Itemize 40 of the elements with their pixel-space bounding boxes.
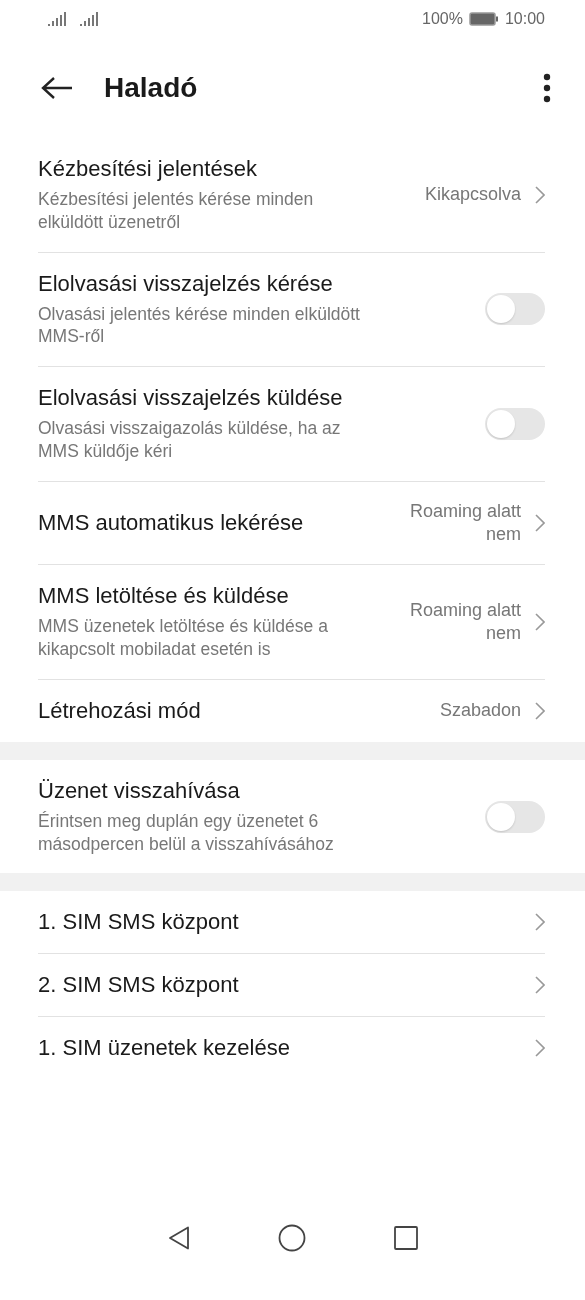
back-icon[interactable] [167,1226,190,1250]
setting-title: 2. SIM SMS központ [38,972,240,999]
setting-title: Elolvasási visszajelzés küldése [38,385,344,411]
setting-title: MMS letöltése és küldése [38,583,290,610]
setting-title: MMS automatikus lekérése [38,509,305,536]
setting-description: Érintsen meg duplán egy üzenetet 6 másodpercen belül a visszahívásához [38,809,335,856]
setting-value: Roaming alatt nem [409,499,521,546]
setting-title: Elolvasási visszajelzés kérése [38,270,334,297]
setting-description: Olvasási visszaigazolás küldése, ha az MMS küldője kéri [38,417,342,463]
setting-value: Szabadon [439,699,521,723]
setting-title: Kézbesítési jelentések [38,156,258,182]
chevron-right-icon[interactable] [535,185,545,204]
chevron-right-icon[interactable] [535,1039,545,1058]
chevron-right-icon[interactable] [535,913,545,932]
setting-title: Üzenet visszahívása [38,777,241,804]
signal-icon [48,12,66,26]
setting-title: 1. SIM SMS központ [38,909,240,936]
chevron-right-icon[interactable] [535,701,545,720]
chevron-right-icon[interactable] [535,976,545,995]
more-options-icon[interactable] [543,73,551,103]
toggle-switch[interactable] [485,800,545,833]
signal-icon [80,12,98,26]
back-icon[interactable] [40,76,74,100]
setting-title: 1. SIM üzenetek kezelése [38,1035,291,1062]
toggle-switch[interactable] [485,407,545,440]
battery-icon [468,12,499,26]
page-title: Haladó [104,72,199,104]
home-icon[interactable] [277,1224,306,1252]
toggle-switch[interactable] [485,293,545,326]
setting-value: Roaming alatt nem [409,598,521,646]
setting-value: Kikapcsolva [424,183,521,207]
recent-apps-icon[interactable] [393,1226,418,1250]
chevron-right-icon[interactable] [535,613,545,632]
setting-description: Olvasási jelentés kérése minden elküldött MMS-ről [38,302,361,348]
setting-description: MMS üzenetek letöltése és küldése a kikapcsolt mobiladat esetén is [38,615,329,661]
battery-percent: 100% [422,10,463,28]
setting-title: Létrehozási mód [38,697,202,724]
clock-time: 10:00 [504,10,545,28]
setting-description: Kézbesítési jelentés kérése minden elküldött üzenetről [38,188,315,234]
chevron-right-icon[interactable] [535,513,545,532]
